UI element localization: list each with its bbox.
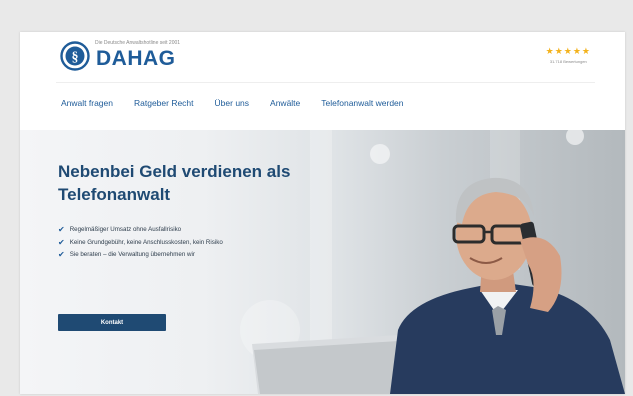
- svg-text:§: §: [72, 50, 79, 65]
- hero-title-line2: Telefonanwalt: [58, 185, 171, 204]
- brand-name: DAHAG: [96, 47, 176, 70]
- nav-item-anwaelte[interactable]: Anwälte: [270, 98, 300, 108]
- nav-item-ueber-uns[interactable]: Über uns: [215, 98, 250, 108]
- browser-page: § DAHAG Die Deutsche Anwaltshotline seit…: [20, 32, 625, 394]
- benefit-text: Regelmäßiger Umsatz ohne Ausfallrisiko: [69, 226, 182, 233]
- check-icon: ✔: [58, 237, 65, 247]
- nav-item-anwalt-fragen[interactable]: Anwalt fragen: [61, 98, 113, 108]
- check-icon: ✔: [58, 250, 65, 259]
- header-divider: [56, 82, 595, 83]
- hero-section: Nebenbei Geld verdienen als Telefonanwal…: [20, 130, 625, 394]
- contact-button[interactable]: Kontakt: [58, 314, 166, 331]
- benefit-text: Sie beraten – die Verwaltung übernehmen …: [69, 251, 195, 258]
- site-header: § DAHAG Die Deutsche Anwaltshotline seit…: [20, 32, 625, 130]
- paragraph-shield-icon: §: [60, 41, 90, 71]
- rating-widget[interactable]: ★★★★★ 31.718 Bewertungen: [546, 46, 591, 64]
- nav-item-telefonanwalt-werden[interactable]: Telefonanwalt werden: [321, 98, 403, 108]
- benefit-text: Keine Grundgebühr, keine Anschlusskosten…: [69, 238, 223, 246]
- star-icon: ★★★★★: [545, 46, 591, 56]
- check-icon: ✔: [58, 225, 65, 234]
- rating-count: 31.718 Bewertungen: [549, 59, 587, 64]
- nav-item-ratgeber-recht[interactable]: Ratgeber Recht: [134, 98, 194, 108]
- main-nav: Anwalt fragen Ratgeber Recht Über uns An…: [61, 98, 404, 108]
- brand-tagline: Die Deutsche Anwaltshotline seit 2001: [95, 40, 181, 46]
- hero-photo-man-on-phone: [252, 177, 625, 394]
